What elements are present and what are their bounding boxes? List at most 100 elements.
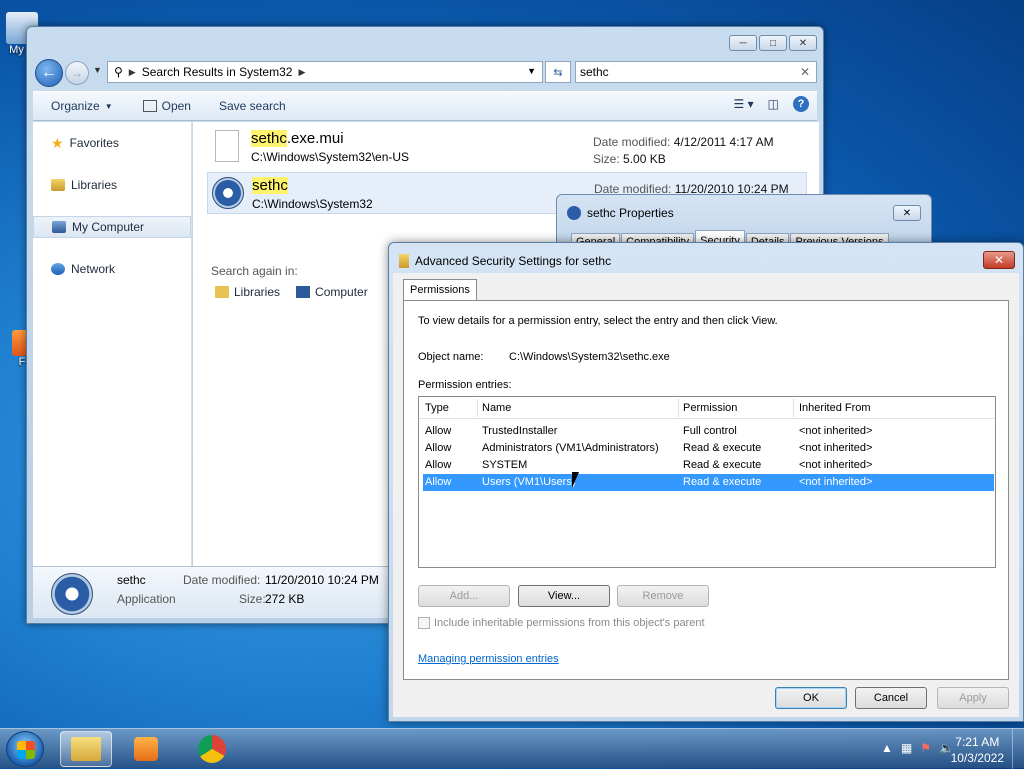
taskbar-explorer[interactable] — [60, 731, 112, 767]
file-meta: Date modified: 4/12/2011 4:17 AM Size: 5… — [593, 134, 774, 168]
details-size-label: Size: — [239, 592, 266, 606]
permission-entries-label: Permission entries: — [418, 379, 512, 391]
navigation-pane: ★ Favorites Libraries My Computer Networ… — [33, 122, 192, 566]
details-size: 272 KB — [265, 592, 305, 606]
cell-inherited: <not inherited> — [799, 425, 873, 437]
preview-pane-icon[interactable]: ◫ — [768, 97, 779, 111]
column-header-permission[interactable]: Permission — [683, 402, 737, 414]
list-item[interactable]: sethc.exe.mui C:\Windows\System32\en-US … — [207, 126, 807, 168]
permissions-panel: To view details for a permission entry, … — [403, 300, 1009, 680]
nav-item-favorites[interactable]: ★ Favorites — [33, 132, 191, 154]
search-input[interactable]: sethc ✕ — [575, 61, 817, 83]
clock-time: 7:21 AM — [955, 735, 1000, 749]
meta-value: 5.00 KB — [623, 152, 666, 166]
column-header-inherited-from[interactable]: Inherited From — [799, 402, 871, 414]
taskbar-media-player[interactable] — [120, 731, 172, 767]
search-again-libraries[interactable]: Libraries — [215, 285, 280, 299]
ok-button[interactable]: OK — [775, 687, 847, 709]
application-icon — [212, 177, 244, 209]
network-icon[interactable]: ▦ — [901, 741, 912, 755]
dialog-body: Permissions To view details for a permis… — [393, 273, 1019, 717]
cell-permission: Read & execute — [683, 442, 762, 454]
organize-button[interactable]: Organize ▼ — [51, 99, 113, 113]
nav-label: My Computer — [72, 220, 145, 234]
close-button[interactable]: ✕ — [893, 205, 921, 221]
arrow-right-icon: → — [71, 66, 83, 80]
taskbar-chrome[interactable] — [186, 731, 238, 767]
close-button[interactable]: ✕ — [983, 251, 1015, 269]
nav-item-my-computer[interactable]: My Computer — [33, 216, 191, 238]
details-name: sethc — [117, 573, 146, 587]
organize-label: Organize — [51, 99, 100, 113]
show-desktop-button[interactable] — [1012, 729, 1024, 769]
file-path: C:\Windows\System32 — [252, 197, 373, 211]
breadcrumb-chevron-icon[interactable]: ▶ — [298, 67, 305, 78]
system-tray: ▲ ▦ ⚑ 🔈 — [881, 741, 954, 755]
action-center-icon[interactable]: ⚑ — [920, 741, 931, 755]
column-header-type[interactable]: Type — [425, 402, 449, 414]
table-row[interactable]: Allow SYSTEM Read & execute <not inherit… — [423, 457, 994, 474]
table-row[interactable]: Allow Administrators (VM1\Administrators… — [423, 440, 994, 457]
tab-permissions[interactable]: Permissions — [403, 279, 477, 301]
search-again-computer[interactable]: Computer — [296, 285, 368, 299]
minimize-button[interactable]: ─ — [729, 35, 757, 51]
help-icon[interactable]: ? — [793, 96, 809, 112]
details-modified: 11/20/2010 10:24 PM — [265, 573, 379, 587]
close-icon: ✕ — [993, 253, 1005, 267]
computer-icon — [52, 221, 66, 233]
remove-button[interactable]: Remove — [617, 585, 709, 607]
nav-item-network[interactable]: Network — [33, 258, 191, 280]
column-header-name[interactable]: Name — [482, 402, 511, 414]
permission-entries-list[interactable]: Type Name Permission Inherited From Allo… — [418, 396, 996, 568]
checkbox-box[interactable] — [418, 617, 430, 629]
meta-label: Date modified: — [593, 135, 671, 149]
mouse-cursor-icon — [572, 472, 579, 488]
refresh-button[interactable]: ⇆ — [545, 61, 571, 83]
table-row[interactable]: Allow TrustedInstaller Full control <not… — [423, 423, 994, 440]
cell-inherited: <not inherited> — [799, 442, 873, 454]
close-button[interactable]: ✕ — [789, 35, 817, 51]
meta-label: Size: — [593, 152, 620, 166]
folder-icon — [399, 254, 409, 268]
search-icon: ⚲ — [114, 65, 123, 79]
cell-permission: Full control — [683, 425, 737, 437]
nav-label: Favorites — [69, 136, 119, 150]
view-button[interactable]: View... — [518, 585, 610, 607]
back-button[interactable]: ← — [35, 59, 63, 87]
cell-name: Users (VM1\Users) — [482, 476, 576, 488]
link-label: Computer — [315, 285, 368, 299]
chrome-icon — [198, 735, 226, 763]
cancel-button[interactable]: Cancel — [855, 687, 927, 709]
start-button[interactable] — [6, 731, 44, 767]
chevron-down-icon: ▼ — [104, 101, 113, 111]
include-inheritable-checkbox[interactable]: Include inheritable permissions from thi… — [418, 617, 705, 629]
apply-button[interactable]: Apply — [937, 687, 1009, 709]
file-icon — [215, 130, 239, 162]
clock[interactable]: 7:21 AM 10/3/2022 — [951, 734, 1004, 766]
libraries-icon — [51, 179, 65, 191]
add-button[interactable]: Add... — [418, 585, 510, 607]
maximize-button[interactable]: □ — [759, 35, 787, 51]
save-search-button[interactable]: Save search — [219, 99, 286, 113]
address-path: Search Results in System32 — [141, 65, 293, 79]
taskbar: ▲ ▦ ⚑ 🔈 7:21 AM 10/3/2022 — [0, 728, 1024, 769]
open-button[interactable]: Open — [142, 99, 191, 113]
clear-search-icon[interactable]: ✕ — [800, 65, 810, 79]
forward-button[interactable]: → — [65, 61, 89, 85]
dialog-title: Advanced Security Settings for sethc — [399, 254, 611, 268]
table-row-selected[interactable]: Allow Users (VM1\Users) Read & execute <… — [423, 474, 994, 491]
object-name-label: Object name: — [418, 351, 484, 363]
open-app-icon — [142, 100, 157, 112]
address-dropdown-icon[interactable]: ▼ — [527, 66, 536, 76]
object-name-value: C:\Windows\System32\sethc.exe — [509, 351, 670, 363]
show-hidden-icons-icon[interactable]: ▲ — [881, 741, 893, 755]
nav-item-libraries[interactable]: Libraries — [33, 174, 191, 196]
address-bar[interactable]: ⚲ ▶ Search Results in System32 ▶ ▼ — [107, 61, 543, 83]
managing-permissions-link[interactable]: Managing permission entries — [418, 653, 559, 665]
cell-type: Allow — [425, 476, 452, 488]
search-value: sethc — [580, 65, 609, 79]
open-label: Open — [161, 99, 191, 113]
recent-pages-dropdown[interactable]: ▼ — [93, 65, 102, 75]
view-options-icon[interactable]: ☰ ▾ — [734, 97, 754, 111]
network-icon — [51, 263, 65, 275]
